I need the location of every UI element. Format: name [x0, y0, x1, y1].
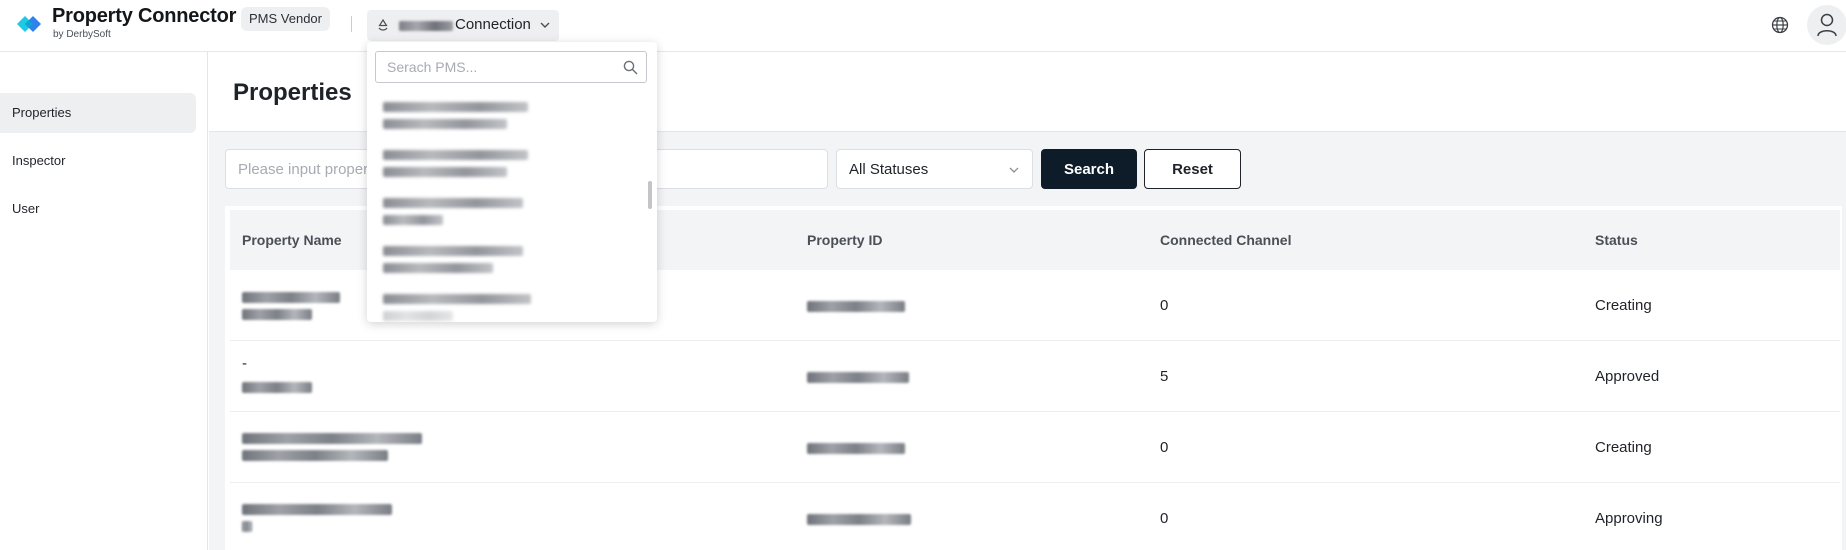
pms-option-code-redacted [383, 311, 453, 321]
property-id-redacted [807, 443, 905, 454]
sidebar-item-user[interactable]: User [0, 189, 196, 229]
sidebar: Properties Inspector User [0, 52, 208, 550]
connected-channel-count: 0 [1160, 439, 1169, 456]
property-name-redacted [242, 433, 422, 444]
user-avatar[interactable] [1807, 5, 1846, 45]
brand-title: Property Connector [52, 5, 237, 27]
sidebar-item-inspector[interactable]: Inspector [0, 141, 196, 181]
top-header: Property Connector by DerbySoft PMS Vend… [0, 0, 1846, 52]
property-code-redacted [242, 382, 312, 393]
property-id-redacted [807, 372, 909, 383]
brand-subtitle: by DerbySoft [53, 29, 111, 40]
pms-option-code-redacted [383, 263, 493, 273]
globe-icon[interactable] [1771, 16, 1789, 34]
property-id-redacted [807, 301, 905, 312]
pms-option-name-redacted [383, 150, 528, 160]
derbysoft-logo-icon [17, 16, 41, 32]
chevron-down-icon [540, 22, 550, 28]
property-code-redacted [242, 450, 388, 461]
role-badge: PMS Vendor [241, 7, 330, 31]
connected-channel-count: 0 [1160, 297, 1169, 314]
property-name-redacted [242, 292, 340, 303]
pms-dropdown-scrollbar[interactable] [648, 181, 652, 209]
column-header-property-id[interactable]: Property ID [807, 232, 882, 248]
status-select-value: All Statuses [849, 161, 929, 178]
connection-label: Connection [455, 16, 531, 33]
pms-option-code-redacted [383, 215, 443, 225]
pms-option[interactable] [383, 290, 623, 322]
connection-name-redacted [399, 21, 453, 31]
pms-dropdown-panel [367, 42, 657, 322]
column-header-connected-channel[interactable]: Connected Channel [1160, 232, 1291, 248]
status-text: Approving [1595, 510, 1663, 527]
header-divider [351, 16, 352, 32]
sidebar-item-properties[interactable]: Properties [0, 93, 196, 133]
column-header-status[interactable]: Status [1595, 232, 1638, 248]
pms-search-input[interactable] [377, 53, 615, 81]
status-text: Creating [1595, 439, 1652, 456]
column-header-property-name[interactable]: Property Name [242, 232, 342, 248]
pms-option[interactable] [383, 242, 623, 282]
connected-channel-count: 0 [1160, 510, 1169, 527]
property-code-redacted [242, 521, 252, 532]
property-id-redacted [807, 514, 911, 525]
search-icon [623, 60, 638, 75]
pms-option[interactable] [383, 98, 623, 138]
refresh-icon [378, 18, 388, 31]
pms-option-code-redacted [383, 119, 507, 129]
pms-option-code-redacted [383, 167, 507, 177]
status-text: Creating [1595, 297, 1652, 314]
property-name-redacted [242, 504, 392, 515]
pms-option-name-redacted [383, 294, 531, 304]
connected-channel-count: 5 [1160, 368, 1169, 385]
user-icon [1817, 13, 1837, 37]
search-button[interactable]: Search [1041, 149, 1137, 189]
property-name-text: - [242, 355, 247, 372]
reset-button[interactable]: Reset [1144, 149, 1241, 189]
pms-search-box[interactable] [375, 51, 647, 83]
connection-selector-button[interactable]: Connection [367, 10, 559, 41]
pms-option[interactable] [383, 146, 623, 186]
table-row[interactable]: 0 Creating [230, 412, 1840, 483]
page-title: Properties [233, 79, 352, 106]
pms-option-name-redacted [383, 198, 523, 208]
table-row[interactable]: - 5 Approved [230, 341, 1840, 412]
property-code-redacted [242, 309, 312, 320]
pms-option-name-redacted [383, 246, 523, 256]
pms-option[interactable] [383, 194, 623, 234]
table-row[interactable]: 0 Approving [230, 483, 1840, 550]
chevron-down-icon [1009, 167, 1019, 173]
pms-option-name-redacted [383, 102, 528, 112]
status-text: Approved [1595, 368, 1660, 385]
status-select[interactable]: All Statuses [836, 149, 1033, 189]
